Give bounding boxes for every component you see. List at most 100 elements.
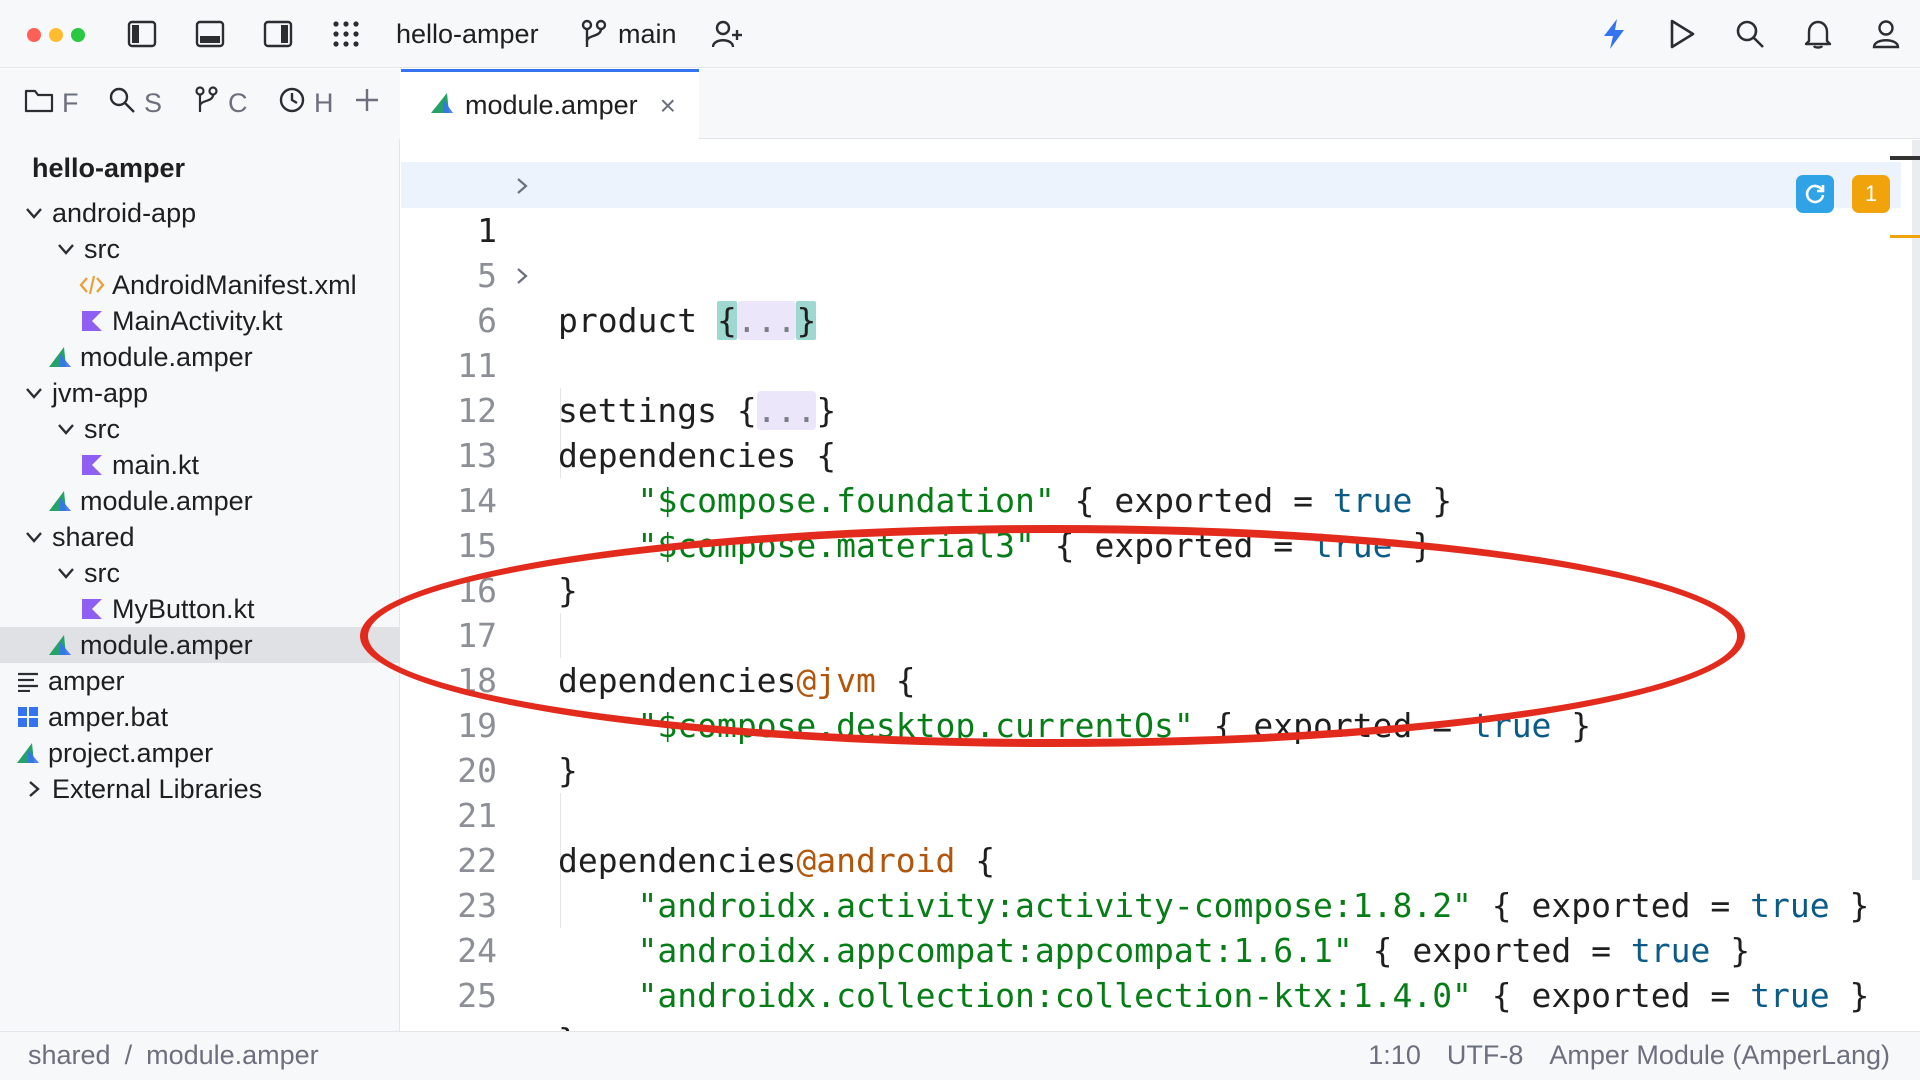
breadcrumb-module[interactable]: shared (28, 1040, 111, 1071)
file-type[interactable]: Amper Module (AmperLang) (1549, 1040, 1890, 1071)
editor-inspection-badges: 1 (1796, 175, 1890, 213)
code-line-18: 18 "$compose.desktop.currentOs" { export… (401, 613, 1901, 745)
tool-window-strip: F S C H (0, 69, 400, 139)
tree-item-module-folder[interactable]: jvm-app (0, 375, 400, 411)
chevron-down-icon[interactable] (52, 559, 80, 587)
editor-tabs: module.amper × (401, 69, 1920, 139)
tree-item-amper-file[interactable]: module.amper (0, 483, 400, 519)
tree-item-amper-file[interactable]: project.amper (0, 735, 400, 771)
tree-item-label: android-app (52, 197, 197, 228)
lightning-run-icon[interactable] (1594, 14, 1634, 54)
code-line-6: 6 settings {...} (401, 253, 1901, 430)
chevron-right-icon[interactable] (20, 775, 48, 803)
code-line-19: 19 } (401, 658, 1901, 790)
tree-item-label: src (84, 233, 120, 264)
tree-item-label: module.amper (80, 341, 253, 372)
text-file-icon (14, 667, 42, 695)
code-line-15: 15 } (401, 478, 1901, 610)
zoom-window-button[interactable] (71, 28, 85, 42)
right-panel-toggle-icon[interactable] (258, 14, 298, 54)
tab-label: module.amper (465, 90, 638, 120)
tree-item-folder[interactable]: src (0, 555, 400, 591)
code-line-24: 24 "androidx.collection:collection-ktx:1… (401, 883, 1901, 1015)
code-line-25: 25 } (401, 928, 1901, 1031)
code-line-11: 11 (401, 298, 1901, 385)
editor-scrollbar[interactable] (1912, 140, 1920, 880)
chevron-down-icon[interactable] (52, 415, 80, 443)
main-menu-grid-icon[interactable] (326, 14, 366, 54)
reload-project-icon[interactable] (1796, 175, 1834, 213)
amper-file-icon (46, 487, 74, 515)
xml-file-icon (78, 271, 106, 299)
code-editor[interactable]: 1 product {...} 5 6 settings {...} 11 12… (401, 140, 1920, 1031)
vcs-tool-button[interactable]: C (194, 83, 250, 123)
amper-file-icon (429, 91, 455, 120)
tree-item-module-folder[interactable]: shared (0, 519, 400, 555)
tree-item-kotlin-file[interactable]: MyButton.kt (0, 591, 400, 627)
account-icon[interactable] (1866, 14, 1906, 54)
chevron-down-icon[interactable] (20, 199, 48, 227)
add-collaborator-icon[interactable] (708, 14, 748, 54)
breadcrumb-file[interactable]: module.amper (146, 1040, 319, 1071)
token-true: true (1750, 976, 1830, 1015)
dependency-string: "androidx.collection:collection-ktx:1.4.… (637, 976, 1472, 1015)
chevron-down-icon[interactable] (52, 235, 80, 263)
project-tool-button[interactable]: F (24, 83, 80, 123)
amper-file-icon (46, 343, 74, 371)
fold-expand-icon[interactable] (515, 253, 535, 298)
tree-item-amper-file[interactable]: module.amper (0, 627, 400, 663)
branch-icon (574, 14, 614, 54)
tree-item-label: amper (48, 665, 125, 696)
tree-item-xml-file[interactable]: AndroidManifest.xml (0, 267, 400, 303)
vcs-tool-label: C (228, 87, 248, 118)
code-line-23: 23 "androidx.appcompat:appcompat:1.6.1" … (401, 838, 1901, 970)
tree-item-kotlin-file[interactable]: main.kt (0, 447, 400, 483)
file-encoding[interactable]: UTF-8 (1447, 1040, 1524, 1071)
add-tool-button[interactable] (354, 83, 384, 123)
code-line-5: 5 (401, 208, 1901, 295)
close-window-button[interactable] (27, 28, 41, 42)
scroll-warning-marker[interactable] (1890, 235, 1920, 238)
project-name[interactable]: hello-amper (396, 18, 539, 50)
breadcrumb: shared / module.amper (28, 1040, 319, 1071)
bottom-panel-toggle-icon[interactable] (190, 14, 230, 54)
search-icon (108, 86, 136, 121)
tree-item-windows-file[interactable]: amper.bat (0, 699, 400, 735)
kotlin-file-icon (78, 307, 106, 335)
tree-item-label: External Libraries (52, 773, 263, 804)
kotlin-file-icon (78, 595, 106, 623)
search-everywhere-icon[interactable] (1730, 14, 1770, 54)
tab-module-amper[interactable]: module.amper × (401, 69, 699, 139)
plus-icon (354, 87, 380, 120)
notifications-bell-icon[interactable] (1798, 14, 1838, 54)
fold-expand-icon[interactable] (515, 163, 535, 208)
tree-item-label: project.amper (48, 737, 214, 768)
tree-item-text-file[interactable]: amper (0, 663, 400, 699)
tree-item-label: shared (52, 521, 135, 552)
run-play-icon[interactable] (1662, 14, 1702, 54)
token-exported: exported (1531, 976, 1691, 1015)
chevron-down-icon[interactable] (20, 379, 48, 407)
windows-file-icon (14, 703, 42, 731)
warning-count-badge[interactable]: 1 (1852, 175, 1890, 213)
history-tool-button[interactable]: H (278, 83, 334, 123)
search-tool-label: S (144, 87, 163, 118)
search-tool-button[interactable]: S (108, 83, 166, 123)
folder-icon (24, 87, 54, 120)
minimize-window-button[interactable] (49, 28, 63, 42)
branch-name[interactable]: main (618, 18, 677, 50)
tree-item-kotlin-file[interactable]: MainActivity.kt (0, 303, 400, 339)
tab-close-icon[interactable]: × (660, 91, 676, 120)
tree-item-folder[interactable]: src (0, 411, 400, 447)
tree-item-module-folder[interactable]: android-app (0, 195, 400, 231)
tree-item-amper-file[interactable]: module.amper (0, 339, 400, 375)
code-line-12: 12 dependencies { (401, 343, 1901, 475)
tree-root-label[interactable]: hello-amper (32, 152, 185, 184)
tree-item-label: src (84, 557, 120, 588)
tree-item-folder[interactable]: src (0, 231, 400, 267)
left-panel-toggle-icon[interactable] (122, 14, 162, 54)
tree-item-label: MainActivity.kt (112, 305, 283, 336)
chevron-down-icon[interactable] (20, 523, 48, 551)
tree-item-libraries[interactable]: External Libraries (0, 771, 400, 807)
caret-position[interactable]: 1:10 (1368, 1040, 1421, 1071)
